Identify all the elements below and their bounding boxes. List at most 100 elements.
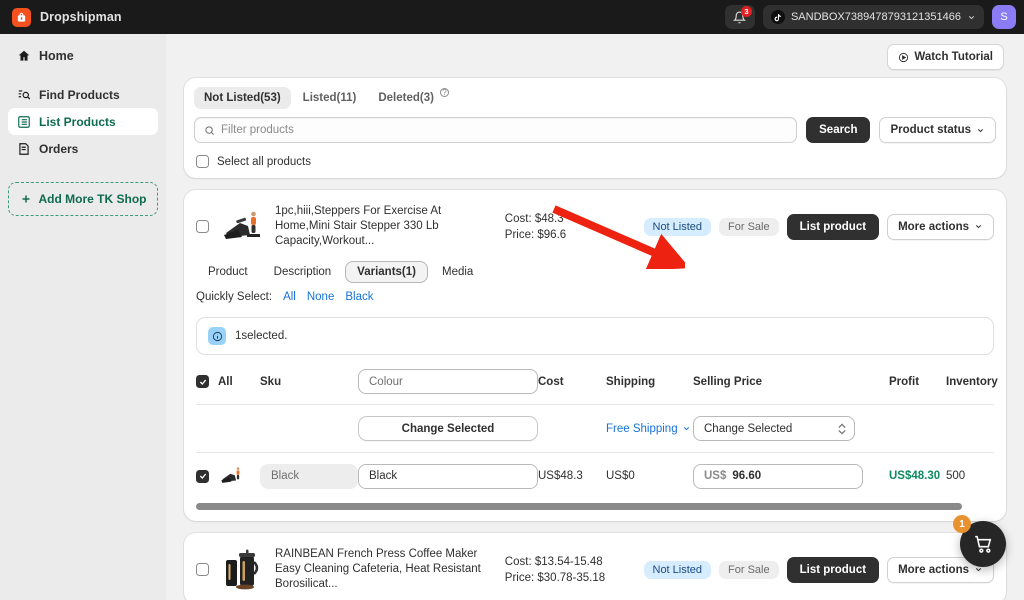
column-inventory: Inventory (946, 375, 998, 388)
product-checkbox[interactable] (196, 563, 209, 576)
search-icon (205, 125, 214, 135)
sidebar-item-home[interactable]: Home (8, 42, 158, 69)
product-title: 1pc,hiii,Steppers For Exercise At Home,M… (275, 205, 442, 247)
product-pricing: Cost: $48.3 Price: $96.6 (505, 211, 634, 243)
sidebar-item-label: Home (39, 48, 74, 63)
product-actions: Not Listed For Sale List product More ac… (643, 556, 994, 583)
bulk-shipping-cell: Free Shipping (606, 423, 693, 435)
colour-header-input[interactable] (358, 369, 538, 394)
add-shop-label: Add More TK Shop (38, 192, 147, 206)
home-icon (16, 48, 31, 63)
variant-thumb-cell (218, 463, 260, 489)
subtab-media[interactable]: Media (430, 261, 485, 283)
body: Home Find Products List Products Orders … (0, 34, 1024, 600)
free-shipping-dropdown[interactable]: Free Shipping (606, 423, 693, 435)
stepper-machine-image (218, 463, 244, 489)
sidebar-item-find-products[interactable]: Find Products (8, 81, 158, 108)
product-header: 1pc,hiii,Steppers For Exercise At Home,M… (184, 190, 1006, 261)
list-product-button[interactable]: List product (786, 556, 880, 583)
subtab-variants[interactable]: Variants(1) (345, 261, 428, 283)
sidebar-item-label: List Products (39, 114, 116, 129)
product-status-dropdown[interactable]: Product status (879, 117, 996, 143)
column-profit: Profit (889, 375, 920, 388)
plus-icon (22, 195, 29, 203)
variant-checkbox[interactable] (196, 469, 209, 483)
select-all-checkbox[interactable] (196, 155, 209, 168)
search-button[interactable]: Search (806, 117, 871, 143)
price-value: 96.60 (732, 470, 762, 482)
sidebar-item-orders[interactable]: Orders (8, 135, 158, 162)
watch-tutorial-label: Watch Tutorial (914, 51, 993, 63)
help-icon[interactable]: ? (439, 88, 449, 97)
variant-shipping: US$0 (606, 470, 635, 482)
cart-fab-button[interactable]: 1 (953, 515, 1006, 567)
list-product-button[interactable]: List product (786, 213, 880, 240)
quick-select-black[interactable]: Black (345, 291, 373, 303)
price-currency: US$ (704, 470, 727, 482)
tab-not-listed[interactable]: Not Listed(53) (194, 87, 291, 109)
add-more-tk-shop-button[interactable]: Add More TK Shop (8, 182, 158, 216)
free-shipping-label: Free Shipping (606, 422, 678, 435)
product-status-label: Product status (890, 124, 971, 136)
quick-select-none[interactable]: None (307, 291, 335, 303)
quick-select-all[interactable]: All (283, 291, 296, 303)
select-all-variants-checkbox[interactable] (196, 375, 209, 388)
for-sale-badge: For Sale (719, 217, 779, 236)
sidebar-item-label: Orders (39, 141, 79, 156)
column-selling-price: Selling Price (693, 375, 763, 388)
check-icon (199, 473, 206, 479)
profit-value: US$48.30 (889, 470, 941, 482)
column-colour-cell (358, 369, 538, 394)
column-sku: Sku (260, 375, 282, 388)
top-bar: Dropshipman 3 SANDBOX7389478793121351466 (0, 0, 1024, 34)
notification-badge: 3 (740, 6, 752, 17)
cart-badge: 1 (953, 515, 971, 533)
product-card-1: 1pc,hiii,Steppers For Exercise At Home,M… (184, 190, 1006, 521)
variant-cost: US$48.3 (538, 470, 583, 482)
product-checkbox[interactable] (196, 220, 209, 233)
quickly-select-row: Quickly Select: All None Black (184, 283, 1006, 303)
selection-banner-text: 1selected. (235, 330, 288, 342)
more-actions-button[interactable]: More actions (887, 213, 994, 240)
search-input[interactable] (221, 124, 788, 136)
subtab-description[interactable]: Description (262, 261, 344, 283)
notifications-button[interactable]: 3 (724, 5, 755, 29)
sidebar-item-list-products[interactable]: List Products (8, 108, 158, 135)
product-cost: Cost: $48.3 (504, 212, 564, 225)
product-title: RAINBEAN French Press Coffee Maker Easy … (275, 548, 481, 590)
selection-banner: 1selected. (196, 317, 994, 355)
variant-inventory: 500 (946, 470, 966, 482)
change-selected-price-select-wrap (693, 416, 855, 441)
subtab-product[interactable]: Product (196, 261, 260, 283)
change-selected-colour-button[interactable]: Change Selected (358, 416, 538, 441)
selling-price-input[interactable]: US$ 96.60 (693, 463, 863, 489)
orders-icon (16, 141, 31, 156)
tab-deleted[interactable]: Deleted(3) (368, 87, 444, 109)
variant-sku-input (260, 463, 358, 489)
app-root: Dropshipman 3 SANDBOX7389478793121351466 (0, 0, 1024, 600)
for-sale-badge: For Sale (719, 560, 779, 579)
change-selected-price-select[interactable] (693, 416, 855, 441)
bulk-colour-cell: Change Selected (358, 416, 538, 441)
avatar[interactable]: S (992, 5, 1016, 29)
horizontal-scrollbar[interactable] (196, 503, 963, 510)
tiktok-icon (770, 10, 785, 24)
store-selector[interactable]: SANDBOX7389478793121351466 (762, 5, 984, 29)
sidebar: Home Find Products List Products Orders … (0, 34, 166, 600)
tab-listed[interactable]: Listed(11) (293, 87, 367, 109)
selling-price-input-wrap[interactable]: US$ 96.60 (693, 463, 863, 489)
variant-colour-input[interactable] (358, 463, 538, 489)
variants-table: All Sku Cost Shipping Selling Price Prof… (184, 369, 1006, 489)
chevron-down-icon (975, 225, 982, 229)
tutorial-row: Watch Tutorial (184, 34, 1006, 78)
store-name: SANDBOX7389478793121351466 (790, 11, 961, 23)
variants-table-header: All Sku Cost Shipping Selling Price Prof… (196, 369, 998, 405)
product-pricing: Cost: $13.54-15.48 Price: $30.78-35.18 (505, 554, 634, 586)
search-field-wrapper[interactable] (194, 117, 798, 143)
variant-check-cell (196, 469, 218, 483)
select-all-row: Select all products (194, 155, 996, 168)
shopping-cart-icon (974, 535, 991, 553)
watch-tutorial-button[interactable]: Watch Tutorial (887, 44, 1004, 70)
column-all: All (218, 375, 233, 388)
more-actions-label: More actions (898, 563, 969, 576)
